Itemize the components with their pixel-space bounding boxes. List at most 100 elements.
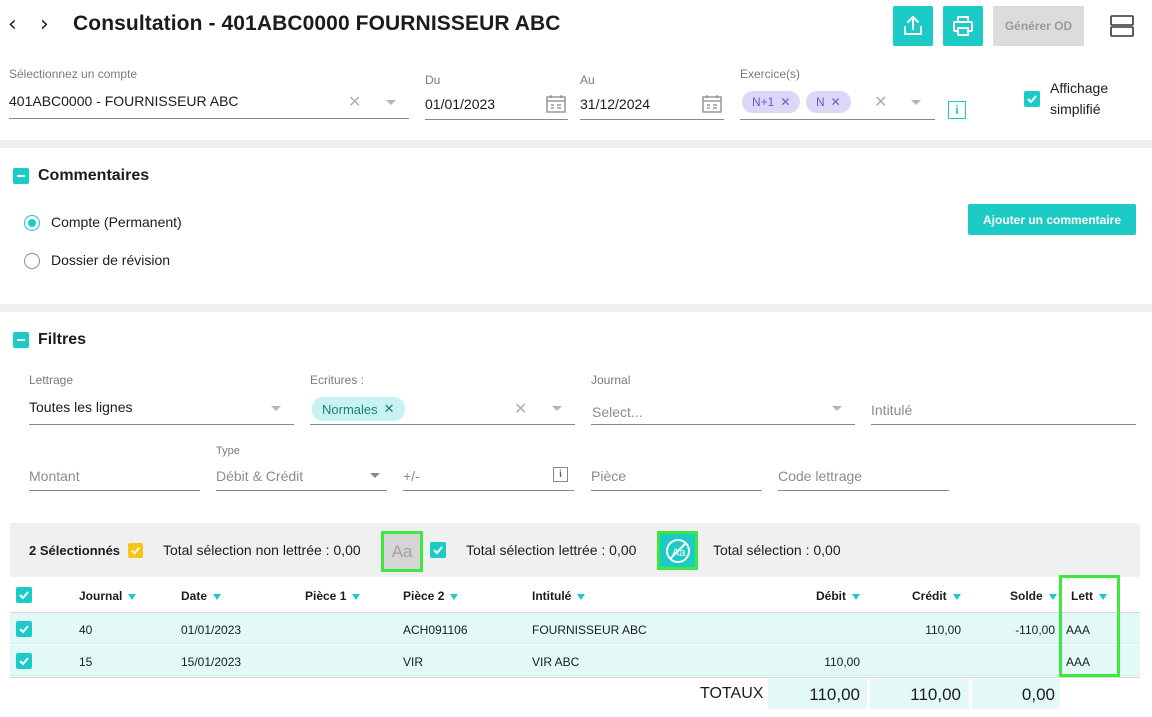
lettrage-select[interactable]: Toutes les lignes: [29, 399, 133, 415]
sort-icon: [352, 593, 361, 600]
select-all-checkbox[interactable]: [16, 587, 32, 603]
cell-date: 15/01/2023: [181, 655, 242, 669]
row-checkbox[interactable]: [16, 653, 32, 669]
type-dropdown-icon[interactable]: [370, 473, 380, 478]
account-select[interactable]: 401ABC0000 - FOURNISSEUR ABC: [9, 93, 239, 109]
upload-icon: [904, 16, 922, 35]
back-arrow-icon[interactable]: ‹: [8, 12, 17, 37]
lettrer-button[interactable]: Aa: [381, 531, 423, 572]
export-button[interactable]: [893, 6, 933, 46]
info-icon[interactable]: i: [948, 101, 966, 119]
exercise-chip-label: N+1: [752, 95, 775, 109]
account-underline: [9, 118, 409, 119]
selected-count: 2 Sélectionnés: [29, 543, 121, 558]
montant-input[interactable]: Montant: [29, 468, 80, 484]
column-header-piece1[interactable]: Pièce 1: [305, 589, 361, 603]
piece-input[interactable]: Pièce: [591, 468, 626, 484]
plusminus-input[interactable]: +/-: [403, 468, 420, 484]
to-underline: [580, 119, 724, 120]
section-divider: [0, 140, 1152, 148]
sort-icon: [128, 593, 137, 600]
cell-intitule: VIR ABC: [532, 655, 580, 669]
chip-close-icon[interactable]: ✕: [780, 95, 790, 109]
to-date-input[interactable]: 31/12/2024: [580, 96, 650, 112]
from-date-input[interactable]: 01/01/2023: [425, 96, 495, 112]
account-label: Sélectionnez un compte: [9, 67, 138, 81]
generate-od-button[interactable]: Générer OD: [993, 6, 1084, 46]
journal-dropdown-icon[interactable]: [832, 406, 842, 411]
cell-intitule: FOURNISSEUR ABC: [532, 623, 647, 637]
collapse-comments-icon[interactable]: [13, 168, 29, 184]
total-debit: 110,00: [809, 685, 860, 704]
total-selection: Total sélection : 0,00: [713, 542, 841, 558]
add-comment-button[interactable]: Ajouter un commentaire: [968, 204, 1136, 235]
from-underline: [425, 119, 568, 120]
ecritures-underline: [310, 424, 575, 425]
check-icon: [1027, 95, 1037, 104]
info-icon[interactable]: i: [553, 467, 568, 482]
forward-arrow-icon[interactable]: ›: [40, 12, 49, 37]
row-checkbox[interactable]: [16, 621, 32, 637]
selected-checkbox[interactable]: [128, 543, 143, 558]
to-label: Au: [580, 73, 595, 87]
cell-journal: 15: [79, 655, 93, 669]
journal-select[interactable]: Select...: [592, 404, 643, 420]
exercise-underline: [740, 119, 935, 120]
exercise-dropdown-icon[interactable]: [911, 100, 921, 105]
sort-icon: [1048, 593, 1057, 600]
lettrage-underline: [29, 424, 294, 425]
column-header-journal[interactable]: Journal: [79, 589, 137, 603]
cell-journal: 40: [79, 623, 93, 637]
type-select[interactable]: Débit & Crédit: [216, 468, 303, 484]
clear-account-icon[interactable]: ✕: [348, 92, 361, 111]
comments-title: Commentaires: [38, 167, 150, 184]
lettrage-label: Lettrage: [29, 373, 74, 387]
column-header-piece2[interactable]: Pièce 2: [403, 589, 459, 603]
column-header-debit[interactable]: Débit: [816, 589, 860, 603]
column-header-solde[interactable]: Solde: [1010, 589, 1057, 603]
column-header-date[interactable]: Date: [181, 589, 222, 603]
cell-piece2: VIR: [403, 655, 424, 669]
ecritures-chip[interactable]: Normales ✕: [312, 397, 405, 421]
delettrer-button[interactable]: Aa: [657, 531, 698, 570]
printer-icon: [953, 16, 973, 36]
ecritures-chip-label: Normales: [322, 401, 378, 417]
intitule-input[interactable]: Intitulé: [871, 402, 912, 418]
cell-solde: -110,00: [1015, 623, 1055, 637]
chip-close-icon[interactable]: ✕: [384, 401, 395, 417]
exercise-chip[interactable]: N ✕: [806, 91, 851, 113]
sort-icon: [450, 593, 459, 600]
lettree-checkbox[interactable]: [430, 542, 446, 558]
check-icon: [19, 591, 29, 600]
journal-underline: [591, 424, 855, 425]
collapse-filters-icon[interactable]: [13, 332, 29, 348]
ecritures-dropdown-icon[interactable]: [552, 406, 562, 411]
account-dropdown-icon[interactable]: [386, 100, 396, 105]
journal-label: Journal: [591, 373, 631, 387]
calendar-icon[interactable]: [702, 95, 722, 113]
lettrage-dropdown-icon[interactable]: [271, 406, 281, 411]
sort-icon: [213, 593, 222, 600]
chip-close-icon[interactable]: ✕: [831, 95, 841, 109]
cell-date: 01/01/2023: [181, 623, 242, 637]
unletter-icon: Aa: [665, 538, 690, 563]
radio-dossier[interactable]: [24, 253, 40, 269]
check-icon: [19, 625, 29, 634]
sort-icon: [952, 593, 961, 600]
split-layout-icon[interactable]: [1110, 14, 1134, 38]
column-header-intitule[interactable]: Intitulé: [532, 589, 586, 603]
section-divider: [0, 304, 1152, 312]
clear-exercise-icon[interactable]: ✕: [874, 92, 887, 111]
check-icon: [131, 547, 140, 555]
radio-dossier-label: Dossier de révision: [51, 252, 171, 268]
code-lettrage-input[interactable]: Code lettrage: [778, 468, 862, 484]
clear-ecritures-icon[interactable]: ✕: [514, 399, 527, 418]
total-lettree: Total sélection lettrée : 0,00: [466, 542, 637, 558]
exercise-chip-label: N: [816, 95, 825, 109]
simplified-checkbox[interactable]: [1024, 91, 1040, 107]
calendar-icon[interactable]: [546, 95, 566, 113]
column-header-credit[interactable]: Crédit: [912, 589, 961, 603]
exercise-chip[interactable]: N+1 ✕: [742, 91, 801, 113]
radio-compte[interactable]: [24, 215, 40, 231]
print-button[interactable]: [943, 6, 983, 46]
